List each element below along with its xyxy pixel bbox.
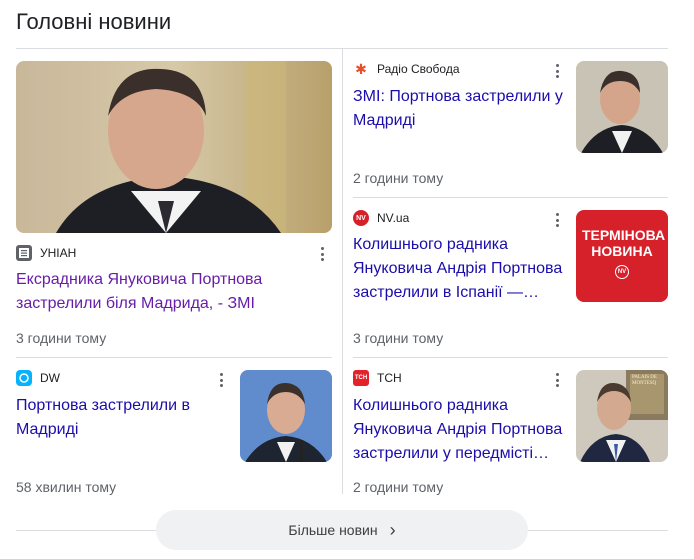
article-time: 3 години тому bbox=[353, 330, 444, 346]
article-headline[interactable]: Портнова застрелили в Мадриді bbox=[16, 394, 216, 442]
source-name: Радіо Свобода bbox=[377, 62, 460, 76]
source-name: NV.ua bbox=[377, 211, 410, 225]
article-thumbnail[interactable] bbox=[240, 370, 332, 462]
source-name: УНІАН bbox=[40, 246, 77, 260]
article-headline[interactable]: Ексрадника Януковича Портнова застрелили… bbox=[16, 268, 316, 316]
article-headline[interactable]: ЗМІ: Портнова застрелили у Мадриді bbox=[353, 85, 565, 133]
more-options-icon[interactable] bbox=[551, 211, 563, 229]
newspaper-icon bbox=[16, 245, 32, 261]
nv-logo-icon: NV bbox=[615, 265, 629, 279]
article-time: 2 години тому bbox=[353, 479, 444, 495]
section-title: Головні новини bbox=[16, 9, 172, 34]
breaking-news-text: ТЕРМІНОВА НОВИНА bbox=[582, 227, 666, 259]
radio-svoboda-logo-icon: ✱ bbox=[355, 60, 367, 77]
article-thumbnail[interactable] bbox=[576, 61, 668, 153]
article-thumbnail[interactable]: ТЕРМІНОВА НОВИНА NV bbox=[576, 210, 668, 302]
article-time: 58 хвилин тому bbox=[16, 479, 117, 495]
divider bbox=[342, 48, 343, 494]
article-thumbnail[interactable]: PALAIS DE MONTESQ bbox=[576, 370, 668, 462]
dw-logo-icon bbox=[16, 370, 32, 386]
article-source: УНІАН bbox=[16, 245, 76, 261]
article-source: NV NV.ua bbox=[353, 210, 409, 226]
more-options-icon[interactable] bbox=[215, 371, 227, 389]
more-options-icon[interactable] bbox=[551, 371, 563, 389]
article-source: ✱ Радіо Свобода bbox=[353, 60, 460, 77]
article-time: 2 години тому bbox=[353, 170, 444, 186]
more-options-icon[interactable] bbox=[551, 62, 563, 80]
building-sign-text: PALAIS DE MONTESQ bbox=[632, 375, 657, 386]
more-news-label: Більше новин bbox=[288, 522, 378, 538]
nv-logo-icon: NV bbox=[353, 210, 369, 226]
source-name: DW bbox=[40, 371, 60, 385]
article-image[interactable] bbox=[16, 61, 332, 233]
divider bbox=[353, 197, 668, 198]
article-headline[interactable]: Колишнього радника Януковича Андрія Порт… bbox=[353, 233, 565, 305]
article-source: DW bbox=[16, 370, 60, 386]
divider bbox=[353, 357, 668, 358]
source-name: TCH bbox=[377, 371, 402, 385]
tsn-logo-icon: ТСН bbox=[353, 370, 369, 386]
article-time: 3 години тому bbox=[16, 330, 107, 346]
divider bbox=[16, 357, 332, 358]
article-headline[interactable]: Колишнього радника Януковича Андрія Порт… bbox=[353, 394, 565, 466]
more-news-button[interactable]: Більше новин › bbox=[156, 510, 528, 550]
more-options-icon[interactable] bbox=[316, 245, 328, 263]
chevron-right-icon: › bbox=[389, 520, 396, 540]
article-source: ТСН TCH bbox=[353, 370, 402, 386]
